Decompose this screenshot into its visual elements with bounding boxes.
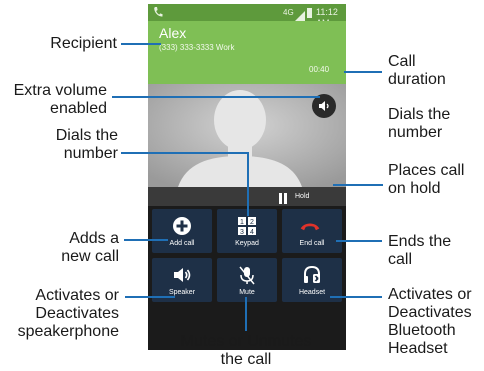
leader-adds-call bbox=[124, 239, 168, 241]
mute-icon bbox=[239, 266, 255, 285]
leader-ends-call bbox=[336, 240, 382, 242]
callout-bluetooth: Activates or Deactivates Bluetooth Heads… bbox=[388, 286, 472, 357]
callout-extra-volume: Extra volume enabled bbox=[13, 82, 107, 117]
keypad-digit: 2 bbox=[250, 219, 254, 226]
leader-speakerphone bbox=[125, 296, 175, 298]
speaker-icon bbox=[174, 268, 191, 282]
keypad-digit: 3 bbox=[240, 229, 244, 236]
call-duration-timer: 00:40 bbox=[309, 65, 330, 74]
callout-mutes: Mutes or Unmutes the call bbox=[180, 333, 312, 368]
keypad-icon: 1 2 3 4 bbox=[238, 217, 256, 236]
mute-button[interactable]: Mute bbox=[217, 258, 277, 302]
leader-extra-volume bbox=[112, 96, 320, 98]
callout-places-hold: Places call on hold bbox=[388, 162, 465, 197]
callout-adds-call: Adds a new call bbox=[61, 230, 119, 265]
callout-speakerphone: Activates or Deactivates speakerphone bbox=[17, 287, 119, 340]
leader-call-duration bbox=[344, 71, 382, 73]
headset-icon bbox=[304, 265, 320, 283]
leader-places-hold bbox=[333, 184, 383, 186]
signal-icon bbox=[295, 8, 305, 21]
end-call-icon bbox=[300, 223, 320, 231]
leader-dials-left bbox=[121, 152, 249, 154]
phone-icon bbox=[153, 6, 163, 18]
add-call-button[interactable]: Add call bbox=[152, 209, 212, 253]
add-call-icon bbox=[173, 217, 191, 235]
callout-recipient: Recipient bbox=[50, 35, 117, 52]
pause-icon bbox=[278, 191, 288, 204]
caller-number: (333) 333-3333 Work bbox=[159, 43, 235, 52]
end-call-label: End call bbox=[299, 240, 325, 247]
leader-dials-left-vertical bbox=[247, 152, 249, 216]
callout-dials-right: Dials the number bbox=[388, 106, 451, 141]
network-type: 4G bbox=[283, 8, 294, 17]
end-call-button[interactable]: End call bbox=[282, 209, 342, 253]
caller-name: Alex bbox=[159, 25, 187, 41]
leader-mutes bbox=[245, 297, 247, 331]
leader-recipient bbox=[121, 43, 161, 45]
leader-bluetooth bbox=[330, 296, 382, 298]
mute-label: Mute bbox=[239, 289, 255, 296]
callout-dials-left: Dials the number bbox=[55, 127, 118, 162]
callout-ends-call: Ends the call bbox=[388, 233, 452, 268]
battery-icon bbox=[307, 8, 312, 18]
hold-label: Hold bbox=[295, 193, 310, 200]
callout-call-duration: Call duration bbox=[388, 53, 446, 88]
keypad-label: Keypad bbox=[235, 240, 259, 247]
keypad-digit: 1 bbox=[240, 219, 244, 226]
keypad-digit: 4 bbox=[250, 229, 254, 236]
